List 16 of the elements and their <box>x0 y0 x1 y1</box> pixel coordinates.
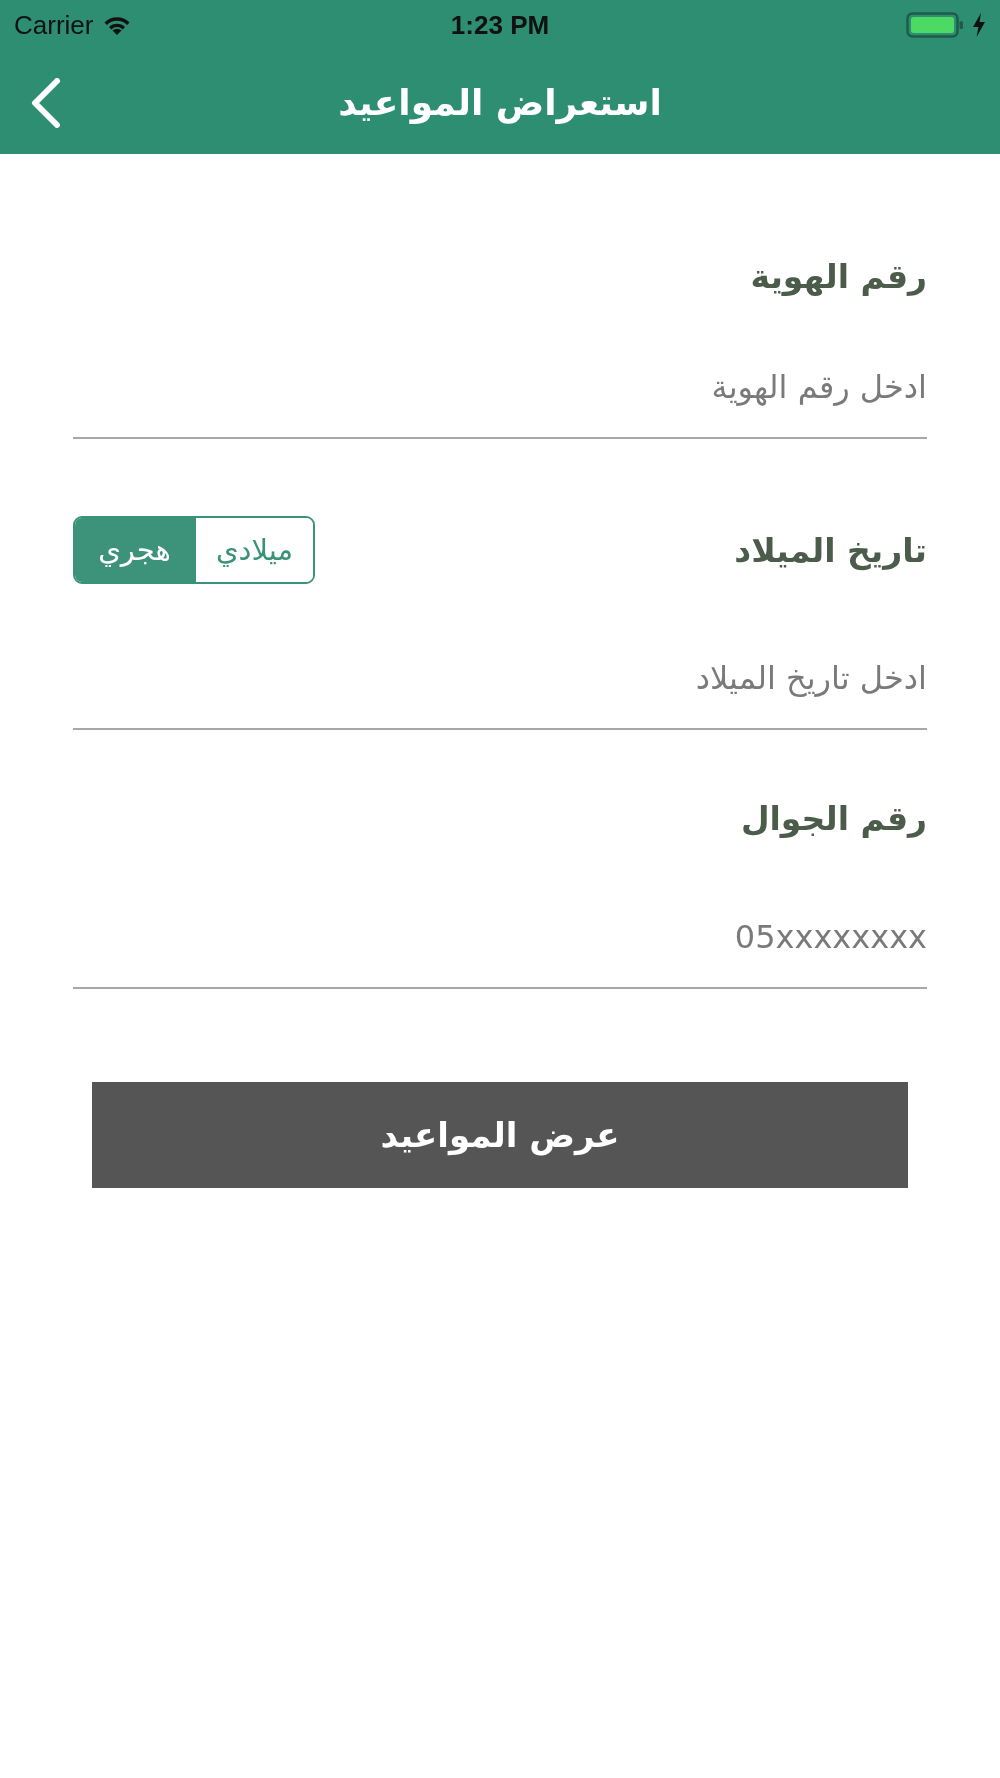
input-field[interactable]: ادخل تاريخ الميلاد <box>73 650 927 730</box>
screen-title: استعراض المواعيد <box>338 81 662 123</box>
back-chevron-icon <box>31 78 61 128</box>
carrier-text: Carrier <box>14 9 94 41</box>
calendar-segment[interactable]: هجري <box>75 518 194 582</box>
field-label: تاريخ الميلاد <box>734 530 927 570</box>
wifi-icon <box>103 14 132 36</box>
input-field[interactable]: 05xxxxxxxx <box>73 909 927 989</box>
time-text: 1:23 PM <box>450 9 550 41</box>
calendar-segment[interactable]: ميلادي <box>194 518 313 582</box>
field-label: رقم الهوية <box>750 256 927 296</box>
show-appointments-button[interactable]: عرض المواعيد <box>92 1082 908 1188</box>
battery-icon <box>906 12 964 38</box>
charging-bolt-icon <box>972 13 986 37</box>
field-label: رقم الجوال <box>740 798 927 838</box>
input-field[interactable]: ادخل رقم الهوية <box>73 359 927 439</box>
